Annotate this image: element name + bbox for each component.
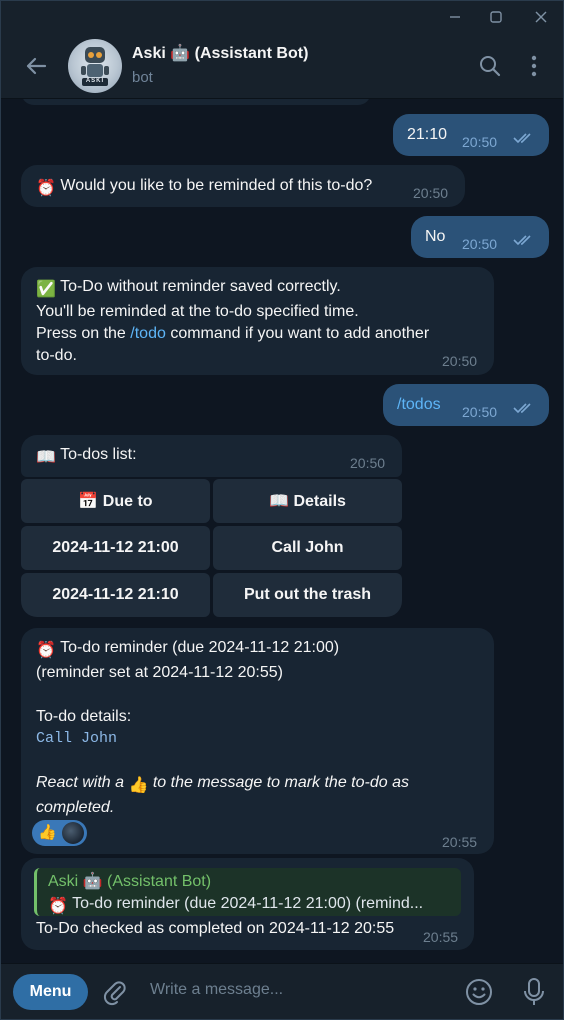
emoji-smiley-icon[interactable] — [464, 977, 494, 1007]
todo-command-link[interactable]: /todo — [130, 325, 166, 342]
microphone-icon[interactable] — [519, 976, 549, 1008]
bot-avatar[interactable]: ASKI — [68, 39, 122, 93]
more-options-icon[interactable] — [521, 53, 547, 79]
message-line: completed. — [36, 799, 115, 816]
message-time: 20:50 — [413, 185, 449, 201]
message-time: 20:50 — [350, 455, 386, 471]
message-time: 20:50 — [462, 404, 498, 420]
message-incoming[interactable]: 📖 To-dos list: 20:50 — [21, 435, 402, 477]
window-titlebar — [1, 1, 563, 33]
reactor-avatar — [62, 822, 84, 844]
message-line: To-Do without reminder saved correctly. — [60, 278, 341, 295]
reaction-chip[interactable]: 👍 — [32, 820, 87, 846]
message-incoming[interactable]: ⏰ Would you like to be reminded of this … — [21, 165, 465, 207]
message-bubble-partial — [21, 99, 371, 105]
message-time: 20:55 — [442, 834, 478, 850]
message-line: React with a — [36, 774, 129, 791]
chat-messages[interactable]: 21:10 20:50 ⏰ Would you like to be remin… — [1, 99, 563, 963]
message-time: 20:50 — [462, 134, 498, 150]
keyboard-button-details[interactable]: Call John — [213, 526, 402, 570]
keyboard-button-details[interactable]: Put out the trash — [213, 573, 402, 617]
message-text: 21:10 — [407, 126, 448, 143]
reaction-thumbs-up-icon: 👍 — [38, 824, 57, 841]
reply-author: Aski 🤖 (Assistant Bot) — [48, 873, 212, 890]
check-mark-icon: ✅ — [36, 281, 56, 298]
message-text: To-Do checked as completed on 2024-11-12… — [36, 920, 395, 937]
message-line: command if you want to add another — [165, 325, 430, 342]
avatar-label: ASKI — [85, 78, 105, 84]
keyboard-button-due[interactable]: 2024-11-12 21:10 — [21, 573, 210, 617]
message-line: to-do. — [36, 347, 77, 364]
back-arrow-icon[interactable] — [21, 51, 51, 81]
open-book-icon: 📖 — [36, 449, 56, 466]
chat-header: ASKI Aski 🤖 (Assistant Bot) bot — [1, 33, 563, 99]
search-icon[interactable] — [477, 53, 503, 79]
message-input[interactable]: Write a message... — [150, 981, 283, 999]
keyboard-button-details-header[interactable]: 📖 Details — [213, 479, 402, 523]
todos-command-link[interactable]: /todos — [397, 394, 441, 416]
alarm-clock-icon: ⏰ — [36, 642, 56, 659]
reply-quote[interactable]: Aski 🤖 (Assistant Bot) ⏰ To-do reminder … — [34, 868, 461, 916]
minimize-icon[interactable] — [443, 5, 467, 29]
message-line: Press on the — [36, 325, 131, 342]
message-outgoing[interactable]: No 20:50 — [411, 216, 549, 258]
message-incoming[interactable]: Aski 🤖 (Assistant Bot) ⏰ To-do reminder … — [21, 858, 474, 950]
message-time: 20:55 — [423, 929, 459, 945]
thumbs-up-icon: 👍 — [128, 777, 149, 794]
alarm-clock-icon: ⏰ — [36, 180, 56, 197]
message-line: To-do details: — [36, 708, 132, 725]
keyboard-button-due[interactable]: 2024-11-12 21:00 — [21, 526, 210, 570]
close-icon[interactable] — [529, 5, 553, 29]
todo-details-code: Call John — [36, 730, 118, 747]
menu-button[interactable]: Menu — [13, 974, 88, 1010]
message-line: You'll be reminded at the to-do specifie… — [36, 303, 359, 320]
message-line: To-do reminder (due 2024-11-12 21:00) — [60, 639, 340, 656]
alarm-clock-icon: ⏰ — [48, 898, 68, 915]
message-incoming[interactable]: ✅ To-Do without reminder saved correctly… — [21, 267, 494, 375]
attach-paperclip-icon[interactable] — [101, 978, 129, 1006]
keyboard-button-due-header[interactable]: 📅 Due to — [21, 479, 210, 523]
message-line: (reminder set at 2024-11-12 20:55) — [36, 664, 283, 681]
maximize-icon[interactable] — [484, 5, 508, 29]
message-text: Would you like to be reminded of this to… — [60, 177, 373, 194]
robot-icon — [81, 47, 109, 86]
message-time: 20:50 — [462, 236, 498, 252]
message-time: 20:50 — [442, 353, 478, 369]
message-incoming[interactable]: ⏰ To-do reminder (due 2024-11-12 21:00) … — [21, 628, 494, 854]
message-text: No — [425, 228, 446, 245]
reply-text: To-do reminder (due 2024-11-12 21:00) (r… — [72, 895, 424, 912]
read-ticks-icon — [513, 133, 531, 144]
message-outgoing[interactable]: 21:10 20:50 — [393, 114, 549, 156]
chat-subtitle: bot — [132, 69, 153, 86]
read-ticks-icon — [513, 235, 531, 246]
message-line: to the message to mark the to-do as — [148, 774, 409, 791]
chat-title[interactable]: Aski 🤖 (Assistant Bot) — [132, 43, 308, 63]
read-ticks-icon — [513, 403, 531, 414]
message-outgoing[interactable]: /todos 20:50 — [383, 384, 549, 426]
message-text: To-dos list: — [60, 446, 137, 463]
message-input-bar: Menu Write a message... — [1, 963, 563, 1019]
